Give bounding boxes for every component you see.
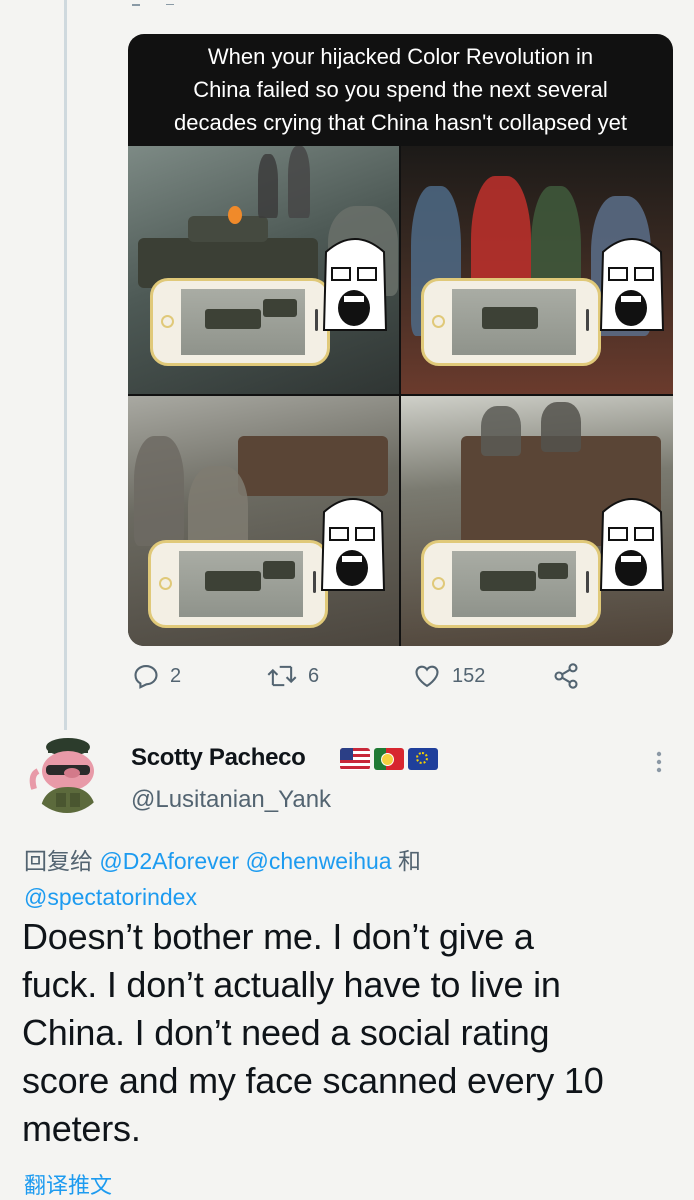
retweet-count: 6 — [308, 664, 320, 687]
user-handle[interactable]: @Lusitanian_Yank — [131, 786, 331, 814]
reply-count: 2 — [170, 664, 182, 687]
reply-button[interactable]: 2 — [132, 662, 181, 690]
reply-prefix: 回复给 — [24, 848, 93, 874]
name-flags — [340, 748, 438, 770]
mention-link[interactable]: @spectatorindex — [24, 884, 197, 910]
avatar[interactable] — [28, 735, 106, 813]
tweet-actions: 2 6 152 — [128, 662, 598, 702]
more-options-button[interactable] — [652, 748, 666, 781]
thread-connector-line — [64, 0, 67, 730]
retweet-icon — [267, 665, 297, 687]
mention-link[interactable]: @D2Aforever — [99, 848, 239, 874]
display-name[interactable]: Scotty Pacheco — [131, 744, 306, 772]
meme-caption: When your hijacked Color Revolution in C… — [173, 44, 628, 135]
avatar-image — [29, 738, 96, 813]
photo-panel-bottom-right — [401, 396, 673, 646]
translate-tweet-link[interactable]: 翻译推文 — [24, 1168, 112, 1200]
heart-icon — [415, 665, 439, 688]
us-flag-icon — [340, 748, 370, 770]
mention-link[interactable]: @chenweihua — [245, 848, 391, 874]
like-count: 152 — [452, 664, 486, 687]
more-vertical-icon — [656, 751, 662, 773]
retweet-button[interactable]: 6 — [266, 662, 319, 690]
previous-tweet-cutoff — [120, 0, 200, 14]
like-button[interactable]: 152 — [412, 662, 485, 690]
reply-icon — [134, 665, 158, 689]
tweet-text: Doesn’t bother me. I don’t give a fuck. … — [22, 916, 604, 1149]
eu-flag-icon — [408, 748, 438, 770]
share-button[interactable] — [552, 662, 580, 690]
share-icon — [554, 663, 578, 689]
photo-panel-top-right — [401, 146, 673, 394]
portugal-flag-icon — [374, 748, 404, 770]
reply-context: 回复给 @D2Aforever @chenweihua 和 @spectator… — [24, 843, 674, 915]
tweet-image[interactable]: When your hijacked Color Revolution in C… — [128, 34, 673, 646]
reply-conjunction: 和 — [397, 848, 421, 874]
photo-panel-top-left — [128, 146, 399, 394]
photo-panel-bottom-left — [128, 396, 399, 646]
